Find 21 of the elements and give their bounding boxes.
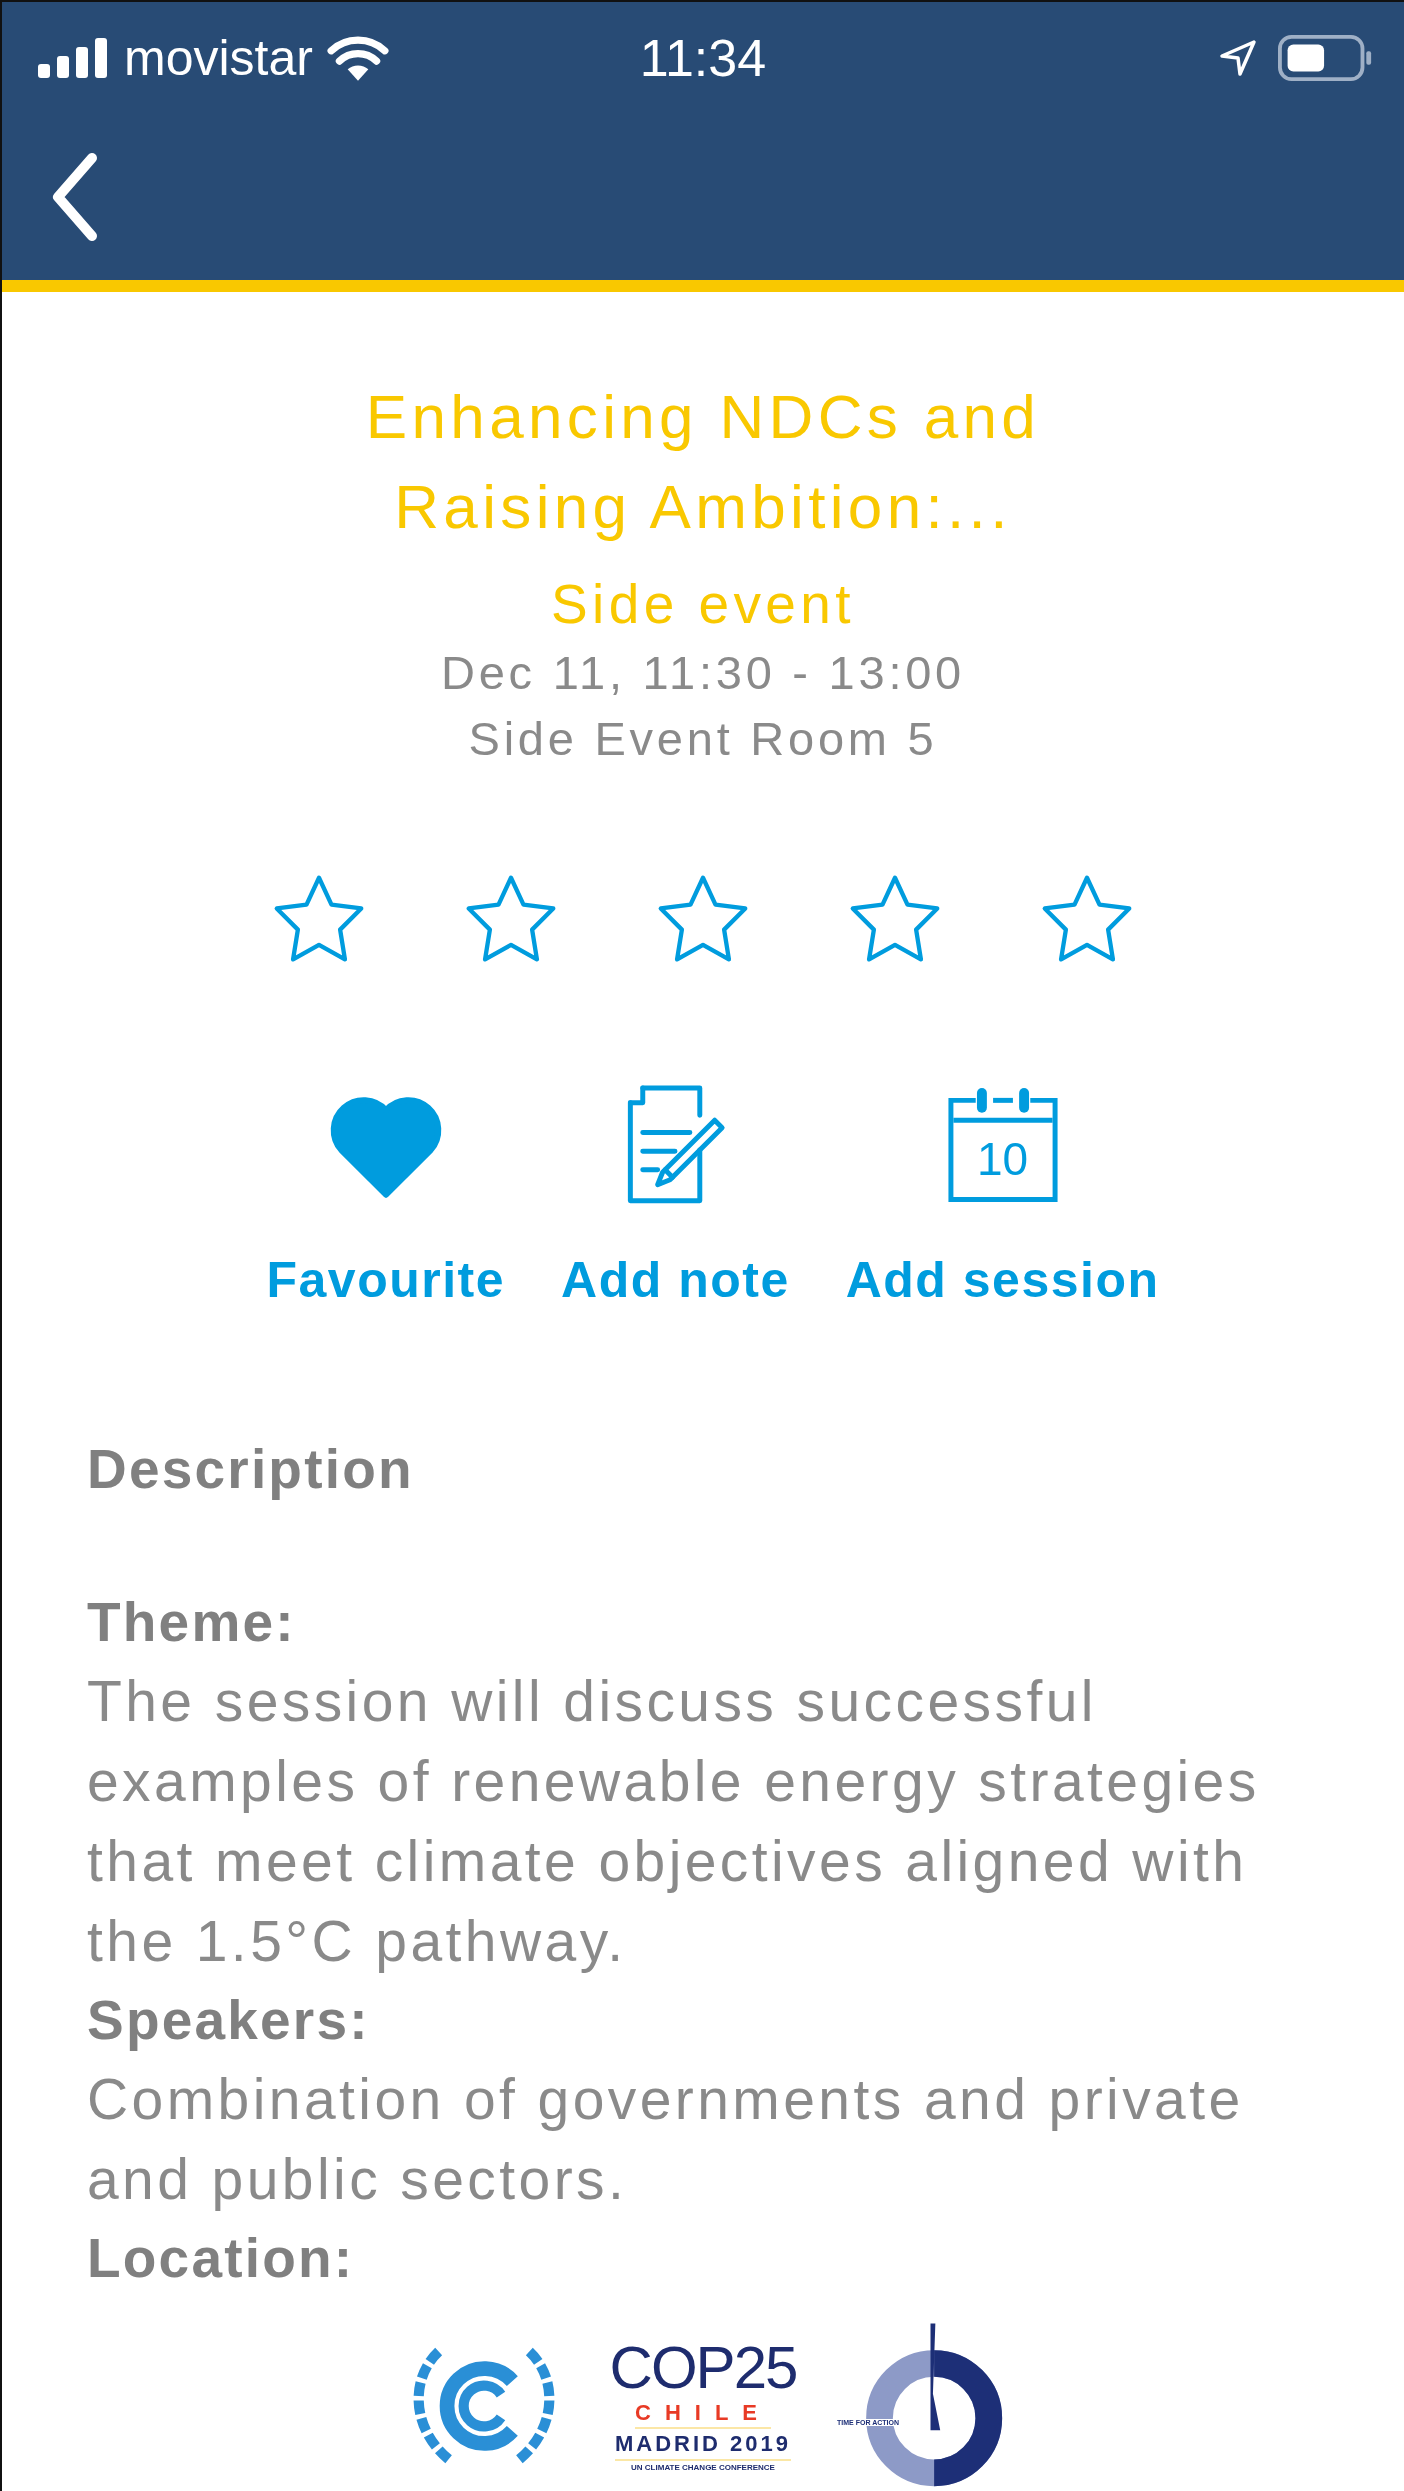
section-text: Combination of governments and private and public sectors. <box>87 2066 1245 2213</box>
favourite-button[interactable]: Favourite <box>266 1251 506 1309</box>
event-type: Side event <box>551 572 855 637</box>
battery-icon <box>1278 34 1374 82</box>
calendar-button[interactable]: Add session <box>845 1251 1160 1309</box>
event-datetime: Dec 11, 11:30 - 13:00 <box>441 645 965 701</box>
event-title: Enhancing NDCs and Raising Ambition:... <box>364 381 1042 543</box>
location-arrow-icon <box>1218 38 1258 78</box>
section-heading: Speakers: <box>87 1988 371 2053</box>
description-heading: Description <box>87 1437 415 1502</box>
carrier-name: movistar <box>124 29 313 87</box>
clock-time: 11:34 <box>639 28 767 88</box>
event-room: Side Event Room 5 <box>468 711 938 767</box>
wifi-icon <box>326 35 389 81</box>
section-heading: Theme: <box>87 1590 297 1655</box>
section-text: The session will discuss successful examples of renewable energy strategies that meet climate objectives aligned with the 1.5°C pathway. <box>87 1668 1261 1975</box>
conference-logo: COP25 CHILE MADRID 2019 UN CLIMATE CHANGE CONFERENCE <box>608 2337 798 2474</box>
section-heading: Location: <box>87 2226 356 2291</box>
signal-icon <box>38 38 110 78</box>
note-button[interactable]: Add note <box>561 1251 790 1309</box>
back-chevron-icon[interactable] <box>50 152 100 243</box>
